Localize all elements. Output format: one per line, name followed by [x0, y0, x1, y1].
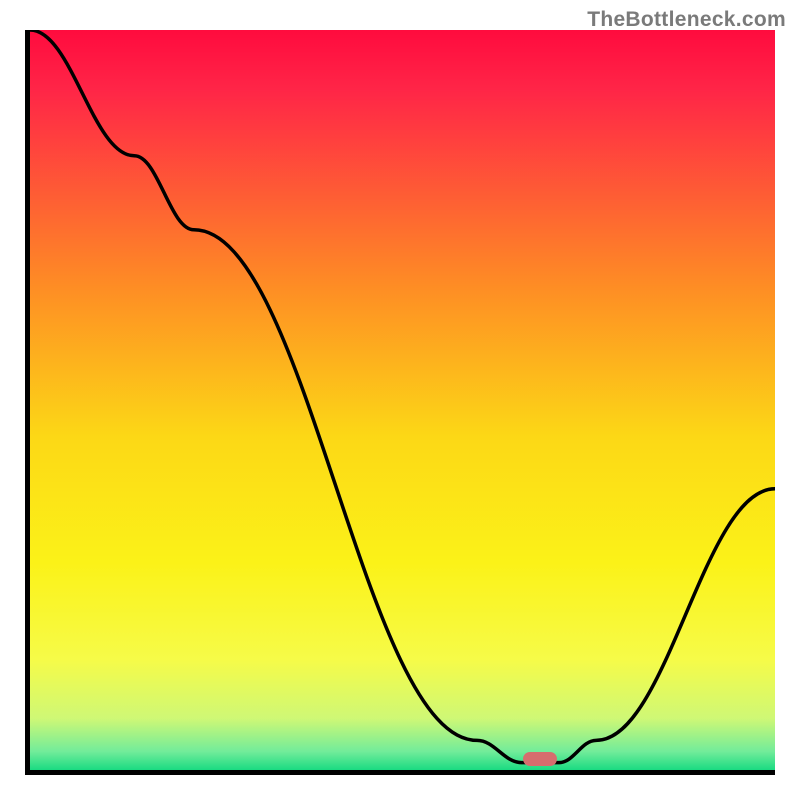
- watermark-text: TheBottleneck.com: [587, 8, 786, 32]
- bottleneck-curve: [30, 30, 775, 770]
- chart-area: [25, 30, 775, 775]
- optimal-marker: [523, 752, 557, 766]
